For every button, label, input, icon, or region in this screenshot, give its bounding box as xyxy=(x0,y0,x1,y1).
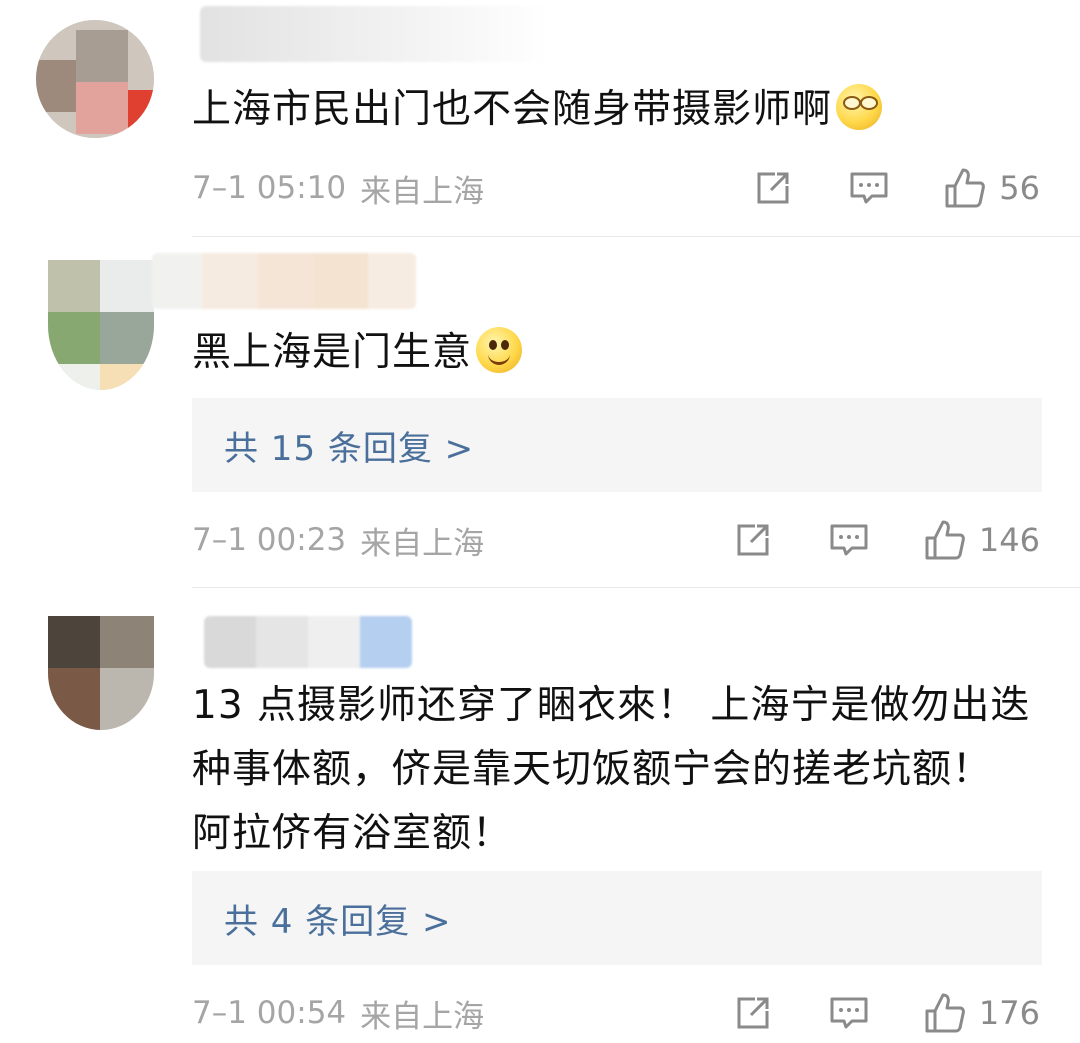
comment-text: 黑上海是门生意 xyxy=(192,321,1040,385)
avatar[interactable] xyxy=(36,20,154,138)
comment-text-content: 黑上海是门生意 xyxy=(192,330,473,375)
comment-item: 黑上海是门生意 共 15 条回复 > 7–1 00:23 来自上海 146 xyxy=(0,237,1080,587)
comment-location: 来自上海 xyxy=(360,173,485,210)
like-count: 56 xyxy=(999,169,1040,207)
comment-item: 13 点摄影师还穿了睏衣來！ 上海宁是做勿出迭种事体额，侪是靠天切饭额宁会的搓老… xyxy=(0,588,1080,1043)
replies-count: 共 4 条回复 > xyxy=(224,901,452,942)
share-icon[interactable] xyxy=(731,518,775,562)
comment-actions: 146 xyxy=(731,518,1040,562)
thumbs-up-icon[interactable] xyxy=(923,991,967,1035)
comment-time: 7–1 00:54 xyxy=(192,995,347,1031)
thumbs-up-icon[interactable] xyxy=(943,166,987,210)
thumbs-up-icon[interactable] xyxy=(923,518,967,562)
comment-actions: 56 xyxy=(751,166,1040,210)
username-blurred[interactable] xyxy=(152,253,416,309)
comment-meta: 7–1 00:23 来自上海 146 xyxy=(192,515,1040,565)
like-count: 146 xyxy=(978,521,1040,559)
comment-time: 7–1 05:10 xyxy=(192,170,347,206)
comment-actions: 176 xyxy=(731,991,1040,1035)
like-count: 176 xyxy=(978,994,1040,1032)
comment-text-content: 上海市民出门也不会随身带摄影师啊 xyxy=(192,87,833,132)
username-blurred[interactable] xyxy=(200,6,550,62)
comment-icon[interactable] xyxy=(827,518,871,562)
comment-text: 上海市民出门也不会随身带摄影师啊 xyxy=(192,78,1040,142)
comment-meta: 7–1 00:54 来自上海 176 xyxy=(192,988,1040,1038)
comment-icon[interactable] xyxy=(827,991,871,1035)
dizzy-face-emoji xyxy=(836,84,883,130)
share-icon[interactable] xyxy=(751,166,795,210)
comment-icon[interactable] xyxy=(847,166,891,210)
comment-location: 来自上海 xyxy=(360,998,485,1035)
avatar[interactable] xyxy=(48,260,154,390)
replies-link[interactable]: 共 15 条回复 > xyxy=(192,398,1042,492)
comment-meta: 7–1 05:10 来自上海 56 xyxy=(192,163,1040,213)
comment-text-content: 13 点摄影师还穿了睏衣來！ 上海宁是做勿出迭种事体额，侪是靠天切饭额宁会的搓老… xyxy=(192,683,1031,856)
avatar[interactable] xyxy=(48,616,154,730)
smile-emoji xyxy=(476,327,523,373)
share-icon[interactable] xyxy=(731,991,775,1035)
comment-text: 13 点摄影师还穿了睏衣來！ 上海宁是做勿出迭种事体额，侪是靠天切饭额宁会的搓老… xyxy=(192,674,1040,866)
username-blurred[interactable] xyxy=(204,616,412,668)
replies-link[interactable]: 共 4 条回复 > xyxy=(192,871,1042,965)
comment-time: 7–1 00:23 xyxy=(192,522,347,558)
comment-location: 来自上海 xyxy=(360,525,485,562)
replies-count: 共 15 条回复 > xyxy=(224,428,475,469)
comment-item: 上海市民出门也不会随身带摄影师啊 7–1 05:10 来自上海 56 xyxy=(0,0,1080,236)
